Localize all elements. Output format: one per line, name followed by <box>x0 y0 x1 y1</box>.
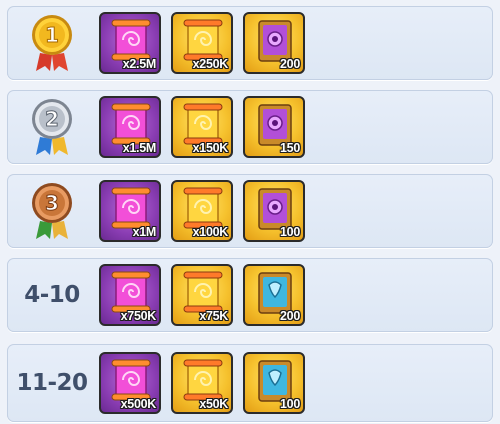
reward-item[interactable]: x50K <box>171 352 233 414</box>
reward-row-rank-3: 3 x1M x100K 100 <box>7 174 493 248</box>
item-quantity: 200 <box>280 309 300 323</box>
reward-item[interactable]: x100K <box>171 180 233 242</box>
rank-slot: 1 <box>7 6 97 80</box>
item-quantity: x50K <box>199 397 228 411</box>
rank-slot: 3 <box>7 174 97 248</box>
svg-text:3: 3 <box>45 191 59 215</box>
reward-row-rank-11-20: 11-20 x500K x50K 100 <box>7 344 493 422</box>
reward-item[interactable]: 100 <box>243 180 305 242</box>
reward-row-rank-2: 2 x1.5M x150K 150 <box>7 90 493 164</box>
rank-range-label: 4-10 <box>24 282 80 308</box>
reward-item[interactable]: x750K <box>99 264 161 326</box>
reward-row-rank-4-10: 4-10 x750K x75K 200 <box>7 258 493 332</box>
reward-item[interactable]: x2.5M <box>99 12 161 74</box>
rank-slot: 11-20 <box>7 344 97 422</box>
rank-slot: 2 <box>7 90 97 164</box>
item-quantity: 100 <box>280 225 300 239</box>
item-quantity: x150K <box>192 141 229 155</box>
item-quantity: x100K <box>192 225 229 239</box>
svg-text:1: 1 <box>45 23 59 47</box>
item-quantity: x1.5M <box>122 141 157 155</box>
rank-slot: 4-10 <box>7 258 97 332</box>
reward-item[interactable]: x1M <box>99 180 161 242</box>
reward-item[interactable]: x150K <box>171 96 233 158</box>
reward-item[interactable]: 200 <box>243 12 305 74</box>
reward-item[interactable]: x250K <box>171 12 233 74</box>
reward-item[interactable]: x1.5M <box>99 96 161 158</box>
reward-item[interactable]: 200 <box>243 264 305 326</box>
reward-item[interactable]: 150 <box>243 96 305 158</box>
item-quantity: x75K <box>199 309 228 323</box>
gold-medal-icon: 1 <box>32 15 72 71</box>
item-quantity: 200 <box>280 57 300 71</box>
item-quantity: x750K <box>120 309 157 323</box>
item-quantity: 100 <box>280 397 300 411</box>
rank-range-label: 11-20 <box>16 370 88 396</box>
item-quantity: x1M <box>132 225 157 239</box>
item-quantity: 150 <box>280 141 300 155</box>
reward-item[interactable]: x75K <box>171 264 233 326</box>
rewards-table: 1 x2.5M x250K 200 2 x1.5M x150K 150 3 x1… <box>0 0 500 424</box>
svg-text:2: 2 <box>45 107 59 131</box>
silver-medal-icon: 2 <box>32 99 72 155</box>
reward-row-rank-1: 1 x2.5M x250K 200 <box>7 6 493 80</box>
reward-item[interactable]: 100 <box>243 352 305 414</box>
reward-item[interactable]: x500K <box>99 352 161 414</box>
item-quantity: x500K <box>120 397 157 411</box>
bronze-medal-icon: 3 <box>32 183 72 239</box>
item-quantity: x250K <box>192 57 229 71</box>
item-quantity: x2.5M <box>122 57 157 71</box>
